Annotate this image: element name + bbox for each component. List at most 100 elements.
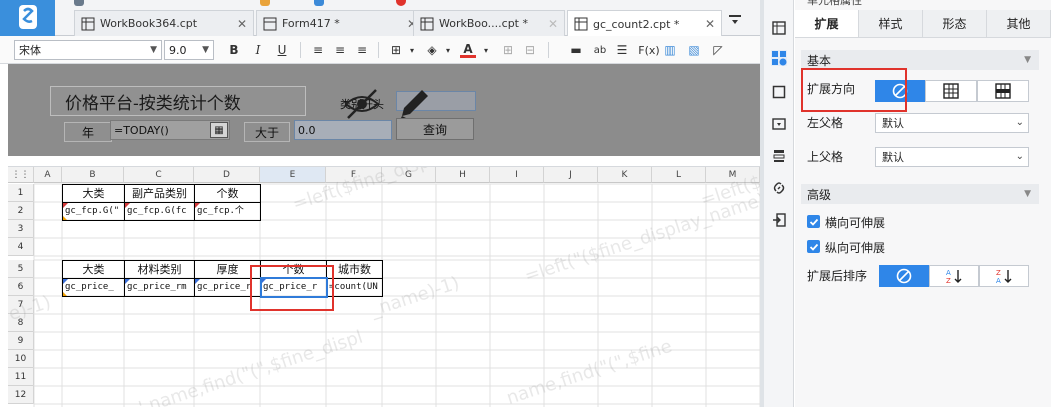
cell-element-icon[interactable] <box>771 20 787 36</box>
tab-shape[interactable]: 形态 <box>923 10 987 37</box>
panel-title-text: 单元格属性 <box>807 0 862 7</box>
cell-marker-icon <box>261 279 266 284</box>
format-toolbar: 宋体 ▼ 9.0 ▼ B I U ≡ ≡ ≡ ⊞ ▾ ◈ ▾ A ▾ ⊞ ⊟ ▬… <box>0 36 760 64</box>
grid-icon[interactable]: ☰ <box>614 42 630 58</box>
tab-label: Form417 * <box>282 17 340 30</box>
vertical-expandable-label: 纵向可伸展 <box>825 241 886 255</box>
tab-form417[interactable]: Form417 * ✕ <box>256 10 424 36</box>
tab-gc-count2[interactable]: gc_count2.cpt * ✕ <box>567 10 722 37</box>
cell-e5[interactable]: 个数 <box>260 260 327 279</box>
font-size-select[interactable]: 9.0 ▼ <box>164 40 214 60</box>
year-label: 年 <box>64 122 112 142</box>
cell-b1[interactable]: 大类 <box>62 184 125 203</box>
tab-style[interactable]: 样式 <box>859 10 923 37</box>
section-basic[interactable]: 基本 ▼ <box>801 50 1039 70</box>
cell-c2[interactable]: gc_fcp.G(fc <box>124 202 195 221</box>
unmerge-icon[interactable]: ⊟ <box>522 42 538 58</box>
layers-icon[interactable] <box>771 148 787 164</box>
tab-menu-icon[interactable] <box>728 14 742 26</box>
cell-c1[interactable]: 副产品类别 <box>124 184 195 203</box>
pointer-icon[interactable]: ◸ <box>710 42 726 58</box>
checkmark-icon <box>809 243 818 251</box>
cell-attributes-icon[interactable] <box>771 50 787 66</box>
cell-c6[interactable]: gc_price_rm <box>124 278 195 297</box>
section-advanced[interactable]: 高级 ▼ <box>801 184 1039 204</box>
cell-c5[interactable]: 材料类别 <box>124 260 195 279</box>
cell-f6[interactable]: =count(UN <box>326 278 383 297</box>
merge-icon[interactable]: ⊞ <box>500 42 516 58</box>
cell-c6-text: gc_price_rm <box>127 282 187 292</box>
report-title: 价格平台-按类统计个数 <box>50 86 306 116</box>
condition-icon[interactable] <box>771 116 787 132</box>
chevron-down-icon: ⌄ <box>1015 117 1024 128</box>
tab-other[interactable]: 其他 <box>987 10 1051 37</box>
align-center-icon[interactable]: ≡ <box>332 42 348 58</box>
quick-tool-icon[interactable] <box>74 0 84 6</box>
cell-f5[interactable]: 城市数 <box>326 260 383 279</box>
cell-marker-icon <box>63 216 67 220</box>
cell-d6[interactable]: gc_price_r <box>194 278 261 297</box>
expand-vertical-button[interactable] <box>925 80 977 102</box>
quick-tool-icon[interactable] <box>260 0 270 6</box>
cell-marker-icon <box>125 279 130 284</box>
align-right-icon[interactable]: ≡ <box>354 42 370 58</box>
quick-tool-icon[interactable] <box>314 0 324 6</box>
expand-none-button[interactable] <box>875 80 925 102</box>
cell-b6[interactable]: gc_price_ <box>62 278 125 297</box>
border-icon[interactable]: ⊞ <box>388 42 404 58</box>
insert-row-icon[interactable]: ▬ <box>568 42 584 58</box>
app-logo[interactable] <box>0 0 55 36</box>
import-icon[interactable] <box>771 212 787 228</box>
sort-ascending-button[interactable]: AZ <box>929 265 979 287</box>
bold-icon[interactable]: B <box>226 42 242 58</box>
left-parent-select[interactable]: 默认 ⌄ <box>875 113 1029 133</box>
font-family-select[interactable]: 宋体 ▼ <box>14 40 162 60</box>
cell-b2[interactable]: gc_fcp.G(" <box>62 202 125 221</box>
tab-expand[interactable]: 扩展 <box>795 10 859 37</box>
cell-marker-icon <box>125 203 130 208</box>
chevron-down-icon[interactable]: ▾ <box>404 42 420 58</box>
sort-descending-button[interactable]: ZA <box>979 265 1029 287</box>
image-icon[interactable]: ▧ <box>686 42 702 58</box>
text-icon[interactable]: ab <box>592 42 608 58</box>
expand-horizontal-button[interactable] <box>977 80 1029 102</box>
cell-e6[interactable]: gc_price_r <box>260 278 327 297</box>
tab-bar: WorkBook364.cpt ✕ Form417 * ✕ WorkBoo...… <box>0 0 760 37</box>
formula-icon[interactable]: F(x) <box>638 42 660 58</box>
top-parent-select[interactable]: 默认 ⌄ <box>875 147 1029 167</box>
tab-label: WorkBook364.cpt <box>100 17 198 30</box>
cell-d1[interactable]: 个数 <box>194 184 261 203</box>
cell-b2-text: gc_fcp.G(" <box>65 206 120 216</box>
tab-workboo[interactable]: WorkBoo....cpt * ✕ <box>413 10 565 36</box>
sort-none-button[interactable] <box>879 265 929 287</box>
panel-title: 单元格属性 <box>795 0 1051 10</box>
vertical-expandable-checkbox[interactable] <box>807 240 820 253</box>
cell-d2[interactable]: gc_fcp.个 <box>194 202 261 221</box>
cell-marker-icon <box>195 203 200 208</box>
widget-icon[interactable] <box>771 84 787 100</box>
cell-b5[interactable]: 大类 <box>62 260 125 279</box>
calendar-icon[interactable]: ▦ <box>210 122 228 138</box>
align-left-icon[interactable]: ≡ <box>310 42 326 58</box>
cell-d5[interactable]: 厚度 <box>194 260 261 279</box>
link-icon[interactable] <box>771 180 787 196</box>
fill-color-icon[interactable]: ◈ <box>424 42 440 58</box>
quick-tool-icon[interactable] <box>396 0 406 6</box>
tab-workbook364[interactable]: WorkBook364.cpt ✕ <box>74 10 254 36</box>
font-color-icon[interactable]: A <box>460 42 476 58</box>
underline-icon[interactable]: U <box>274 42 290 58</box>
cell-marker-icon <box>195 279 200 284</box>
workbook-icon <box>574 17 588 31</box>
spreadsheet-grid[interactable]: ⋮⋮ A B C D E F G H I J K L M 1 2 3 4 5 6… <box>8 166 760 407</box>
chevron-down-icon[interactable]: ▾ <box>440 42 456 58</box>
chevron-down-icon[interactable]: ▾ <box>478 42 494 58</box>
close-icon[interactable]: ✕ <box>705 17 715 31</box>
query-button[interactable]: 查询 <box>396 118 474 140</box>
close-icon[interactable]: ✕ <box>237 17 247 31</box>
close-icon[interactable]: ✕ <box>548 17 558 31</box>
chart-icon[interactable]: ▥ <box>662 42 678 58</box>
horizontal-expandable-checkbox[interactable] <box>807 215 820 228</box>
greater-than-input[interactable]: 0.0 <box>294 120 392 140</box>
toolbar-separator <box>378 42 379 58</box>
italic-icon[interactable]: I <box>250 42 266 58</box>
